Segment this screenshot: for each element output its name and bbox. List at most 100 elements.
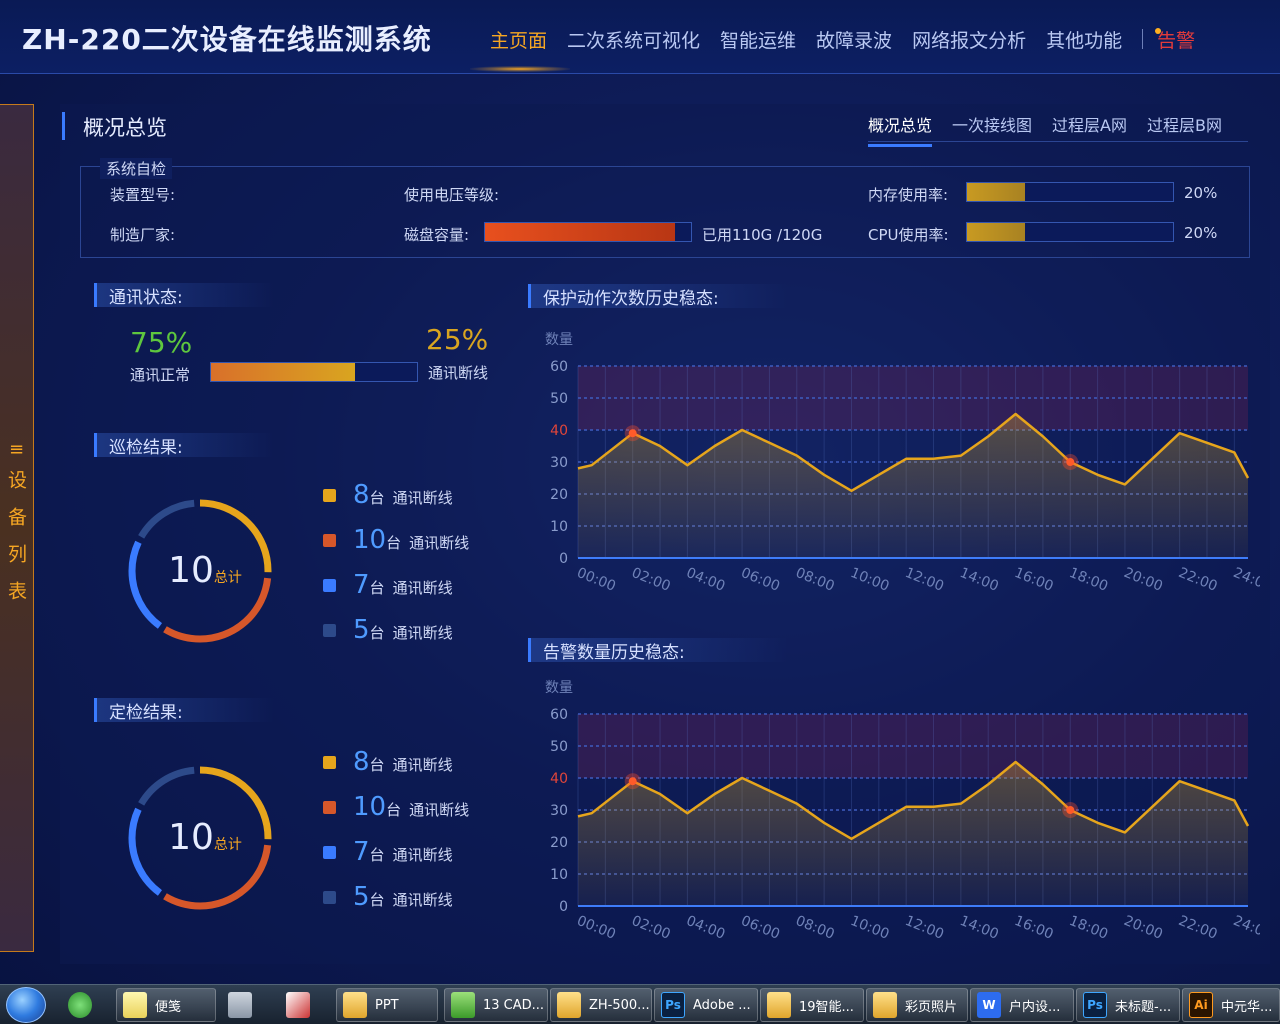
legend-count: 7	[353, 837, 370, 867]
nav-ops[interactable]: 智能运维	[720, 26, 796, 53]
nav-visualization[interactable]: 二次系统可视化	[567, 26, 700, 53]
highlight-point	[1066, 806, 1075, 814]
legend-count: 10	[353, 792, 387, 822]
legend-item: 8 台通讯断线	[323, 747, 453, 777]
memory-bar	[966, 182, 1174, 202]
legend-count: 8	[353, 480, 370, 510]
series-area	[578, 414, 1248, 558]
y-tick-label: 0	[559, 551, 568, 567]
taskbar-item-label: PPT	[375, 997, 399, 1013]
protection-chart-title: 保护动作次数历史稳态:	[528, 284, 788, 309]
legend-swatch	[323, 578, 336, 592]
legend-count: 10	[353, 525, 387, 555]
legend-count: 5	[353, 882, 370, 912]
inspection-title: 巡检结果:	[94, 433, 274, 458]
taskbar-item[interactable]: PPT	[336, 988, 438, 1022]
device-list-drawer[interactable]: ≡ 设备列表	[0, 104, 34, 952]
disk-label: 磁盘容量:	[404, 226, 470, 244]
x-tick-label: 14:00	[957, 913, 1000, 943]
legend-text: 通讯断线	[409, 534, 470, 552]
y-tick-label: 60	[550, 707, 568, 723]
legend-item: 5 台通讯断线	[323, 615, 453, 645]
taskbar-item-label: 中元华...	[1221, 999, 1273, 1015]
taskbar-item[interactable]	[280, 988, 334, 1022]
memory-label: 内存使用率:	[868, 186, 949, 204]
memory-bar-fill	[967, 183, 1025, 201]
nav-home[interactable]: 主页面	[490, 26, 547, 53]
disk-usage-text: 已用110G /120G	[702, 226, 823, 244]
alarm-button[interactable]: 告警	[1153, 26, 1195, 53]
legend-swatch	[323, 755, 336, 769]
comm-broken-label: 通讯断线	[428, 364, 489, 382]
legend-unit: 台	[369, 624, 385, 642]
page-title: 概况总览	[62, 112, 167, 140]
cpu-bar	[966, 222, 1174, 242]
start-button[interactable]	[6, 987, 46, 1023]
taskbar-item[interactable]: ZH-500...	[550, 988, 652, 1022]
y-tick-label: 50	[550, 739, 568, 755]
taskbar-item[interactable]	[222, 988, 276, 1022]
regular-center: 10总计	[130, 817, 280, 858]
ps-icon: Ps	[661, 992, 685, 1018]
legend-unit: 台	[369, 489, 385, 507]
comm-normal-label: 通讯正常	[130, 366, 191, 384]
taskbar-item[interactable]: Ai 中元华...	[1182, 988, 1280, 1022]
ps-icon: Ps	[1083, 992, 1107, 1018]
disk-bar	[484, 222, 692, 242]
legend-swatch	[323, 845, 336, 859]
x-tick-label: 16:00	[1012, 913, 1055, 943]
highlight-point	[1066, 458, 1075, 466]
alarm-band	[578, 366, 1248, 430]
y-tick-label: 60	[550, 359, 568, 375]
memory-value: 20%	[1184, 184, 1218, 202]
comm-status-title: 通讯状态:	[94, 283, 274, 308]
selfcheck-legend: 系统自检	[100, 158, 173, 179]
taskbar-item[interactable]: 13 CAD...	[444, 988, 548, 1022]
folder-icon	[767, 992, 791, 1018]
y-tick-label: 40	[550, 771, 568, 787]
folder-icon	[873, 992, 897, 1018]
x-tick-label: 18:00	[1067, 913, 1110, 943]
legend-swatch	[323, 890, 336, 904]
round-icon	[68, 992, 92, 1018]
y-tick-label: 20	[550, 835, 568, 851]
x-tick-label: 00:00	[575, 913, 618, 943]
legend-item: 10 台通讯断线	[323, 525, 469, 555]
legend-swatch	[323, 800, 336, 814]
x-tick-label: 18:00	[1067, 565, 1110, 595]
taskbar-item[interactable]: Ps Adobe ...	[654, 988, 758, 1022]
protection-chart: 0 10 20 30 40 50 60 数量 00:00 02:00 04:00 06:00 08:00…	[545, 332, 1260, 595]
x-tick-label: 06:00	[739, 565, 782, 595]
folder-icon	[343, 992, 367, 1018]
taskbar-item[interactable]: 彩页照片	[866, 988, 968, 1022]
x-tick-label: 08:00	[793, 565, 836, 595]
x-tick-label: 10:00	[848, 913, 891, 943]
nav-active-glow	[470, 66, 570, 72]
tool-icon	[286, 992, 310, 1018]
note-icon	[123, 992, 147, 1018]
comm-normal-pct: 75%	[130, 326, 193, 359]
inspection-total: 10	[168, 550, 214, 591]
y-tick-label: 20	[550, 487, 568, 503]
x-tick-label: 16:00	[1012, 565, 1055, 595]
series-area	[578, 762, 1248, 906]
folder-icon	[557, 992, 581, 1018]
x-tick-label: 04:00	[684, 913, 727, 943]
nav-other[interactable]: 其他功能	[1046, 26, 1122, 53]
nav-packet-analysis[interactable]: 网络报文分析	[912, 26, 1026, 53]
taskbar-item[interactable]: 19智能...	[760, 988, 864, 1022]
taskbar-item[interactable]: 便笺	[116, 988, 216, 1022]
taskbar-item[interactable]	[62, 988, 114, 1022]
regular-check-title: 定检结果:	[94, 698, 274, 723]
drawer-label: 设备列表	[5, 469, 27, 618]
legend-text: 通讯断线	[392, 489, 453, 507]
menu-icon: ≡	[8, 438, 25, 460]
y-tick-label: 10	[550, 867, 568, 883]
x-tick-label: 24:00	[1231, 913, 1260, 943]
taskbar-item[interactable]: Ps 未标题-...	[1076, 988, 1180, 1022]
legend-swatch	[323, 623, 336, 637]
taskbar-item[interactable]: W 户内设...	[970, 988, 1074, 1022]
nav-fault-recording[interactable]: 故障录波	[816, 26, 892, 53]
x-tick-label: 00:00	[575, 565, 618, 595]
app-title: ZH-220二次设备在线监测系统	[22, 23, 432, 56]
